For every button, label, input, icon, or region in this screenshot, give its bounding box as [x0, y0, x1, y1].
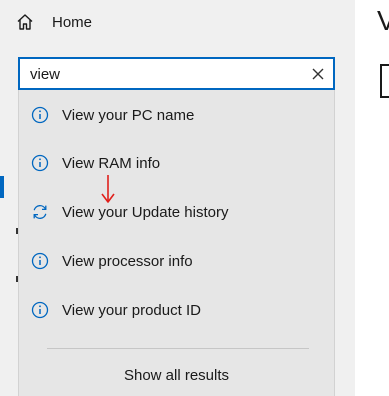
info-icon [31, 154, 49, 172]
page-heading-fragment: V [377, 5, 389, 36]
settings-search-box[interactable] [18, 57, 335, 90]
info-icon [31, 301, 49, 319]
settings-nav-pane: Home View your PC name View RAM info [0, 0, 355, 396]
close-icon[interactable] [311, 67, 325, 81]
search-result-label: View RAM info [62, 154, 161, 172]
search-result-item[interactable]: View your Update history [19, 192, 334, 232]
selected-nav-indicator [0, 176, 4, 198]
search-result-item[interactable]: View processor info [19, 241, 334, 281]
annotation-arrow-icon [101, 175, 115, 203]
search-result-item[interactable]: View your PC name [19, 95, 334, 135]
show-all-results-button[interactable]: Show all results [19, 360, 334, 390]
settings-content-pane: V [355, 0, 389, 396]
search-result-item[interactable]: View your product ID [19, 290, 334, 330]
search-suggestions-dropdown: View your PC name View RAM info View you… [18, 90, 335, 396]
content-box-fragment [380, 64, 389, 98]
nav-home-label: Home [52, 13, 93, 31]
info-icon [31, 106, 49, 124]
search-result-label: View your Update history [62, 203, 229, 221]
nav-home[interactable]: Home [16, 10, 92, 34]
search-input[interactable] [30, 64, 300, 84]
search-result-label: View processor info [62, 252, 193, 270]
info-icon [31, 252, 49, 270]
search-result-label: View your PC name [62, 106, 195, 124]
search-result-item[interactable]: View RAM info [19, 143, 334, 183]
home-icon [17, 14, 33, 30]
sync-icon [33, 205, 47, 219]
search-result-label: View your product ID [62, 301, 201, 319]
results-divider [47, 348, 309, 349]
